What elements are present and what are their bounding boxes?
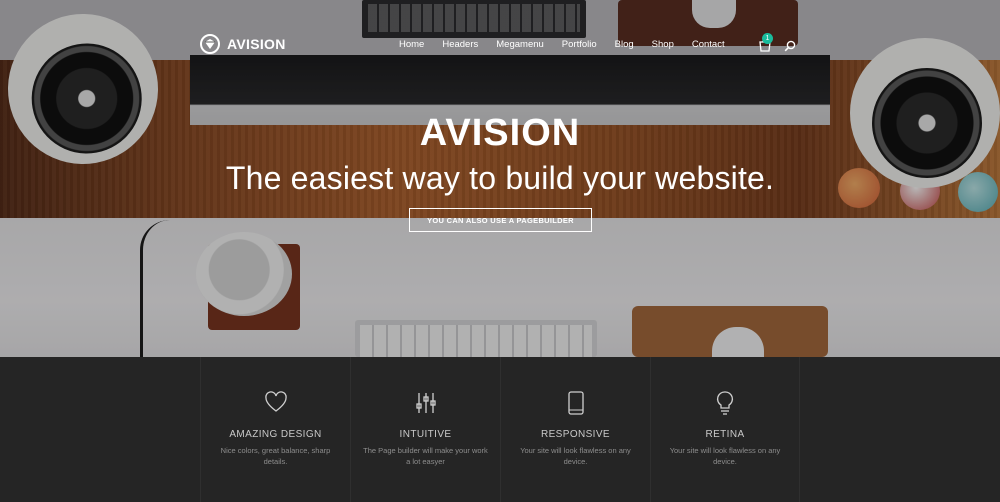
hero-title: AVISION	[419, 112, 581, 154]
feature-title: AMAZING DESIGN	[229, 429, 322, 440]
feature-title: INTUITIVE	[399, 429, 452, 440]
cart-count-badge: 1	[762, 33, 773, 44]
logo[interactable]: AVISION	[200, 34, 286, 54]
feature-intuitive: INTUITIVE The Page builder will make you…	[350, 357, 500, 502]
nav-item-home[interactable]: Home	[399, 39, 424, 50]
logo-text: AVISION	[227, 36, 286, 52]
heart-icon	[201, 391, 350, 415]
search-icon[interactable]	[784, 39, 796, 52]
feature-description: Your site will look flawless on any devi…	[520, 446, 631, 466]
main-navigation: Home Headers Megamenu Portfolio Blog Sho…	[399, 39, 743, 50]
nav-item-blog[interactable]: Blog	[615, 39, 634, 50]
feature-retina: RETINA Your site will look flawless on a…	[650, 357, 800, 502]
feature-title: RETINA	[705, 429, 745, 440]
nav-item-headers[interactable]: Headers	[442, 39, 478, 50]
sliders-icon	[351, 391, 500, 415]
nav-item-megamenu[interactable]: Megamenu	[496, 39, 544, 50]
features-section: AMAZING DESIGN Nice colors, great balanc…	[0, 357, 1000, 502]
nav-item-portfolio[interactable]: Portfolio	[562, 39, 597, 50]
hero-section: AVISION Home Headers Megamenu Portfolio …	[0, 0, 1000, 357]
lightbulb-icon	[651, 391, 799, 415]
feature-description: Your site will look flawless on any devi…	[669, 446, 781, 466]
feature-responsive: RESPONSIVE Your site will look flawless …	[500, 357, 650, 502]
tablet-icon	[501, 391, 650, 415]
logo-icon	[200, 34, 220, 54]
feature-amazing-design: AMAZING DESIGN Nice colors, great balanc…	[200, 357, 350, 502]
feature-description: Nice colors, great balance, sharp detail…	[220, 446, 331, 466]
feature-description: The Page builder will make your work a l…	[363, 446, 488, 466]
hero-subtitle: The easiest way to build your website.	[225, 160, 775, 196]
feature-title: RESPONSIVE	[540, 429, 611, 440]
nav-item-shop[interactable]: Shop	[652, 39, 674, 50]
nav-item-contact[interactable]: Contact	[692, 39, 725, 50]
pagebuilder-button[interactable]: YOU CAN ALSO USE A PAGEBUILDER	[409, 208, 592, 232]
